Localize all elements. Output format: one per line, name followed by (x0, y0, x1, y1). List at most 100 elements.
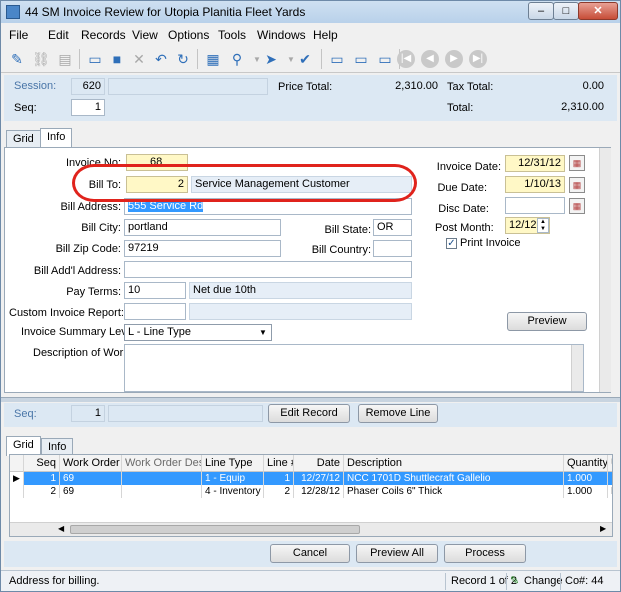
bill-country-field[interactable] (373, 240, 412, 257)
menu-edit[interactable]: Edit (48, 28, 69, 42)
save-icon[interactable]: ■ (107, 49, 127, 69)
tab-lines-grid[interactable]: Grid (6, 436, 41, 456)
scroll-left-icon[interactable]: ◀ (58, 524, 64, 533)
refresh-icon[interactable]: ↻ (173, 49, 193, 69)
menu-help[interactable]: Help (313, 28, 338, 42)
close-button[interactable]: ✕ (578, 2, 618, 20)
minimize-button[interactable]: – (528, 2, 554, 20)
seq-field[interactable]: 1 (71, 99, 105, 116)
tab-info[interactable]: Info (40, 128, 73, 148)
column-header-work-order[interactable]: Work Order (60, 455, 122, 472)
pay-terms-field[interactable]: 10 (124, 282, 186, 299)
bill-zip-field[interactable]: 97219 (124, 240, 281, 257)
export-icon[interactable]: ➤ (261, 49, 281, 69)
preview-button[interactable]: Preview (507, 312, 587, 331)
app-icon (6, 5, 20, 19)
invoice-date-field[interactable]: 12/31/12 (505, 155, 565, 172)
bill-city-label: Bill City: (81, 222, 121, 234)
grid-horizontal-scrollbar[interactable]: ◀ ▶ (10, 522, 612, 536)
edit-record-button[interactable]: Edit Record (268, 404, 350, 423)
invoice-summary-level-value: L - Line Type (128, 326, 191, 338)
cancel-button[interactable]: Cancel (270, 544, 350, 563)
scroll-thumb[interactable] (70, 525, 360, 534)
scroll-right-icon[interactable]: ▶ (600, 524, 606, 533)
tab-grid[interactable]: Grid (6, 130, 41, 148)
lines-seq-label: Seq: (14, 408, 37, 420)
header-panel: Session: 620 Seq: 1 Price Total: 2,310.0… (4, 75, 617, 121)
calendar-icon[interactable]: ▦ (569, 155, 585, 171)
status-divider (506, 573, 507, 590)
cell-line-type: 1 - Equip (202, 472, 264, 485)
menu-view[interactable]: View (132, 28, 158, 42)
seq-label: Seq: (14, 102, 37, 114)
last-record-icon[interactable]: ▶| (469, 50, 487, 68)
due-date-field[interactable]: 1/10/13 (505, 176, 565, 193)
post-month-spinner[interactable]: ▲ ▼ (537, 218, 549, 233)
table-row[interactable]: ▶ 1 69 1 - Equip 1 12/27/12 NCC 1701D Sh… (10, 472, 612, 485)
print-invoice-checkbox[interactable]: ✓ (446, 238, 457, 249)
cell-work-order-desc (122, 485, 202, 498)
splitter[interactable] (1, 397, 620, 402)
menu-file[interactable]: File (9, 28, 28, 42)
undo-icon[interactable]: ↶ (151, 49, 171, 69)
first-record-icon[interactable]: |◀ (397, 50, 415, 68)
column-header-description[interactable]: Description (344, 455, 564, 472)
delete-icon[interactable]: ✕ (129, 49, 149, 69)
column-header-seq[interactable]: Seq (24, 455, 60, 472)
invoice-summary-level-select[interactable]: L - Line Type ▼ (124, 324, 272, 341)
menu-options[interactable]: Options (168, 28, 209, 42)
column-header-date[interactable]: Date (294, 455, 344, 472)
info-scrollbar[interactable] (599, 148, 611, 392)
table-row[interactable]: 2 69 4 - Inventory 2 12/28/12 Phaser Coi… (10, 485, 612, 498)
column-header-line-number[interactable]: Line # (264, 455, 294, 472)
cell-quantity: 1.000 (564, 485, 608, 498)
company-number: Co#: 44 (565, 575, 604, 587)
print-icon[interactable]: ▤ (55, 49, 75, 69)
column-header-quantity[interactable]: Quantity (564, 455, 608, 472)
cell-unit (608, 472, 612, 485)
spellcheck-icon[interactable]: ✔ (295, 49, 315, 69)
attachment-icon[interactable]: ⚲ (227, 49, 247, 69)
menu-windows[interactable]: Windows (257, 28, 306, 42)
menu-tools[interactable]: Tools (218, 28, 246, 42)
disc-date-field[interactable] (505, 197, 565, 214)
bill-addl-address-field[interactable] (124, 261, 412, 278)
column-header-unit[interactable]: U (608, 455, 612, 472)
new-record-icon[interactable]: ✎ (7, 49, 27, 69)
toolbar: ✎ ⛓ ▤ ▭ ■ ✕ ↶ ↻ ▦ ⚲ ▼ ➤ ▼ ✔ ▭ ▭ ▭ |◀ ◀ ▶… (1, 45, 620, 73)
title-bar[interactable]: 44 SM Invoice Review for Utopia Planitia… (1, 1, 620, 23)
lines-seq-description (108, 405, 263, 422)
cell-unit: E (608, 485, 612, 498)
column-header-line-type[interactable]: Line Type (202, 455, 264, 472)
remove-line-button[interactable]: Remove Line (358, 404, 438, 423)
custom-invoice-report-field[interactable] (124, 303, 186, 320)
status-bar: Address for billing. Record 1 of 2 ✎ Cha… (1, 570, 620, 591)
calendar-icon[interactable]: ▦ (569, 198, 585, 214)
calculator-icon[interactable]: ▦ (203, 49, 223, 69)
bill-state-field[interactable]: OR (373, 219, 412, 236)
pay-terms-label: Pay Terms: (66, 286, 121, 298)
link-icon[interactable]: ⛓ (31, 49, 51, 69)
due-date-label: Due Date: (437, 182, 487, 194)
previous-record-icon[interactable]: ◀ (421, 50, 439, 68)
description-scrollbar[interactable] (571, 345, 583, 391)
window-title: 44 SM Invoice Review for Utopia Planitia… (25, 5, 306, 19)
disc-date-label: Disc Date: (438, 203, 489, 215)
next-record-icon[interactable]: ▶ (445, 50, 463, 68)
post-month-label: Post Month: (435, 222, 494, 234)
preview-all-button[interactable]: Preview All (356, 544, 438, 563)
process-button[interactable]: Process (444, 544, 526, 563)
layout-split-icon[interactable]: ▭ (351, 49, 371, 69)
bill-city-field[interactable]: portland (124, 219, 281, 236)
column-header-work-order-desc[interactable]: Work Order Desc (122, 455, 202, 472)
row-indicator (10, 485, 24, 498)
calendar-icon[interactable]: ▦ (569, 177, 585, 193)
total-value: 2,310.00 (561, 101, 604, 113)
layout-single-icon[interactable]: ▭ (327, 49, 347, 69)
menu-records[interactable]: Records (81, 28, 126, 42)
layout-grid-icon[interactable]: ▭ (375, 49, 395, 69)
cell-date: 12/28/12 (294, 485, 344, 498)
maximize-button[interactable]: □ (553, 2, 579, 20)
insert-icon[interactable]: ▭ (85, 49, 105, 69)
description-of-work-field[interactable] (124, 344, 584, 392)
